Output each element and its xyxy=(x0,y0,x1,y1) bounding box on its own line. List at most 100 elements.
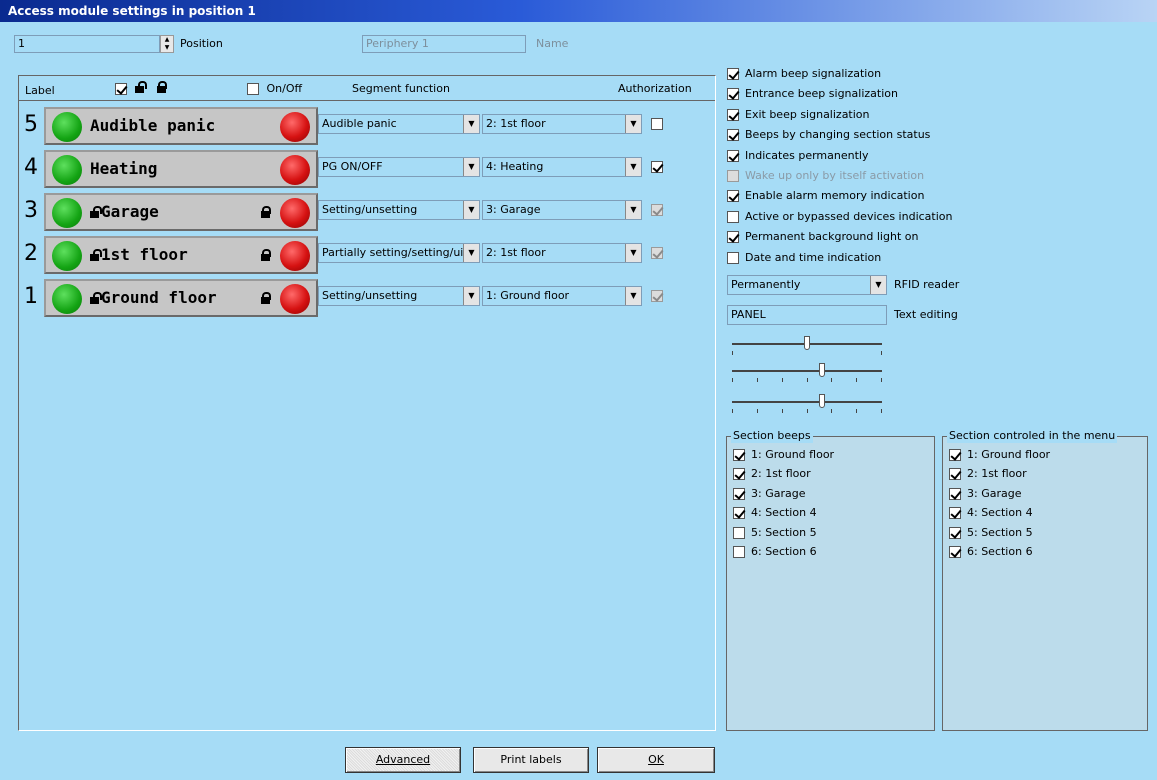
green-led-icon[interactable] xyxy=(52,284,82,314)
segment-function-select[interactable]: Audible panic ▼ xyxy=(318,114,480,134)
section-checkbox[interactable] xyxy=(949,487,961,500)
label-enable-checkbox[interactable] xyxy=(115,83,127,95)
option-checkbox[interactable] xyxy=(727,129,739,142)
slider[interactable] xyxy=(732,334,882,358)
section-item[interactable]: 4: Section 4 xyxy=(733,503,817,522)
section-checkbox[interactable] xyxy=(733,449,745,461)
red-led-icon[interactable] xyxy=(280,241,310,271)
chevron-down-icon[interactable]: ▼ xyxy=(463,201,479,219)
option-row[interactable]: Permanent background light on xyxy=(727,227,918,247)
green-led-icon[interactable] xyxy=(52,198,82,228)
section-item[interactable]: 5: Section 5 xyxy=(733,523,817,542)
option-checkbox[interactable] xyxy=(727,88,739,101)
authorization-checkbox[interactable] xyxy=(651,161,663,173)
chevron-down-icon[interactable]: ▼ xyxy=(625,244,641,262)
red-led-icon[interactable] xyxy=(280,198,310,228)
text-editing-field[interactable]: PANEL xyxy=(727,305,887,325)
option-row[interactable]: Alarm beep signalization xyxy=(727,64,881,84)
slider[interactable] xyxy=(732,361,882,385)
chevron-down-icon[interactable]: ▼ xyxy=(463,244,479,262)
segment-section-select[interactable]: 2: 1st floor ▼ xyxy=(482,243,642,263)
section-item[interactable]: 6: Section 6 xyxy=(949,542,1033,561)
slider-thumb[interactable] xyxy=(819,363,825,377)
segment-display[interactable]: Garage xyxy=(44,193,318,231)
spin-up-icon[interactable]: ▲ xyxy=(161,36,173,44)
chevron-down-icon[interactable]: ▼ xyxy=(625,115,641,133)
option-row[interactable]: Indicates permanently xyxy=(727,146,868,166)
option-row[interactable]: Date and time indication xyxy=(727,248,881,268)
option-row[interactable]: Exit beep signalization xyxy=(727,105,870,125)
chevron-down-icon[interactable]: ▼ xyxy=(463,158,479,176)
segment-section-select[interactable]: 4: Heating ▼ xyxy=(482,157,642,177)
section-checkbox[interactable] xyxy=(949,526,961,539)
section-item[interactable]: 3: Garage xyxy=(949,484,1021,503)
chevron-down-icon[interactable]: ▼ xyxy=(870,276,886,294)
name-field[interactable]: Periphery 1 xyxy=(362,35,526,53)
option-checkbox[interactable] xyxy=(727,231,739,244)
section-item[interactable]: 1: Ground floor xyxy=(949,445,1050,464)
option-checkbox[interactable] xyxy=(727,108,739,121)
section-item[interactable]: 1: Ground floor xyxy=(733,445,834,464)
option-checkbox[interactable] xyxy=(727,149,739,162)
segment-display[interactable]: Heating xyxy=(44,150,318,188)
segment-display[interactable]: Ground floor xyxy=(44,279,318,317)
spin-down-icon[interactable]: ▼ xyxy=(161,44,173,52)
segment-section-select[interactable]: 1: Ground floor ▼ xyxy=(482,286,642,306)
section-item[interactable]: 3: Garage xyxy=(733,484,805,503)
segment-function-select[interactable]: Setting/unsetting ▼ xyxy=(318,286,480,306)
red-led-icon[interactable] xyxy=(280,155,310,185)
option-checkbox[interactable] xyxy=(727,190,739,203)
position-spinner[interactable]: ▲ ▼ xyxy=(160,35,174,53)
rfid-select[interactable]: Permanently ▼ xyxy=(727,275,887,295)
option-row[interactable]: Active or bypassed devices indication xyxy=(727,207,952,227)
ok-button[interactable]: OK xyxy=(597,747,715,773)
section-checkbox[interactable] xyxy=(733,507,745,520)
segment-section-select[interactable]: 3: Garage ▼ xyxy=(482,200,642,220)
section-item[interactable]: 5: Section 5 xyxy=(949,523,1033,542)
chevron-down-icon[interactable]: ▼ xyxy=(625,201,641,219)
option-checkbox[interactable] xyxy=(727,251,739,264)
chevron-down-icon[interactable]: ▼ xyxy=(625,158,641,176)
segment-function-select[interactable]: PG ON/OFF ▼ xyxy=(318,157,480,177)
red-led-icon[interactable] xyxy=(280,284,310,314)
segment-display[interactable]: 1st floor xyxy=(44,236,318,274)
option-checkbox[interactable] xyxy=(727,68,739,80)
slider-thumb[interactable] xyxy=(804,336,810,350)
section-item[interactable]: 6: Section 6 xyxy=(733,542,817,561)
option-checkbox[interactable] xyxy=(727,210,739,223)
segment-function-select[interactable]: Setting/unsetting ▼ xyxy=(318,200,480,220)
option-row[interactable]: Enable alarm memory indication xyxy=(727,186,924,206)
green-led-icon[interactable] xyxy=(52,241,82,271)
section-checkbox[interactable] xyxy=(949,546,961,558)
section-checkbox[interactable] xyxy=(733,526,745,539)
section-checkbox[interactable] xyxy=(733,468,745,481)
chevron-down-icon[interactable]: ▼ xyxy=(625,287,641,305)
onoff-checkbox[interactable] xyxy=(247,83,259,95)
advanced-button[interactable]: Advanced xyxy=(345,747,461,773)
authorization-checkbox[interactable] xyxy=(651,118,663,130)
print-labels-button[interactable]: Print labels xyxy=(473,747,589,773)
section-item[interactable]: 4: Section 4 xyxy=(949,503,1033,522)
section-checkbox[interactable] xyxy=(949,468,961,481)
section-item[interactable]: 2: 1st floor xyxy=(733,464,811,483)
chevron-down-icon[interactable]: ▼ xyxy=(463,287,479,305)
chevron-down-icon[interactable]: ▼ xyxy=(463,115,479,133)
segment-section-select[interactable]: 2: 1st floor ▼ xyxy=(482,114,642,134)
section-checkbox[interactable] xyxy=(949,507,961,520)
slider[interactable] xyxy=(732,392,882,416)
slider-track[interactable] xyxy=(732,401,882,403)
slider-track[interactable] xyxy=(732,370,882,372)
segment-function-select[interactable]: Partially setting/setting/ui ▼ xyxy=(318,243,480,263)
position-field[interactable]: 1 xyxy=(14,35,160,53)
section-checkbox[interactable] xyxy=(733,487,745,500)
option-row[interactable]: Beeps by changing section status xyxy=(727,125,930,145)
green-led-icon[interactable] xyxy=(52,112,82,142)
section-checkbox[interactable] xyxy=(949,449,961,461)
section-item[interactable]: 2: 1st floor xyxy=(949,464,1027,483)
section-checkbox[interactable] xyxy=(733,546,745,558)
green-led-icon[interactable] xyxy=(52,155,82,185)
option-row[interactable]: Entrance beep signalization xyxy=(727,84,898,104)
segment-display[interactable]: Audible panic xyxy=(44,107,318,145)
slider-thumb[interactable] xyxy=(819,394,825,408)
red-led-icon[interactable] xyxy=(280,112,310,142)
